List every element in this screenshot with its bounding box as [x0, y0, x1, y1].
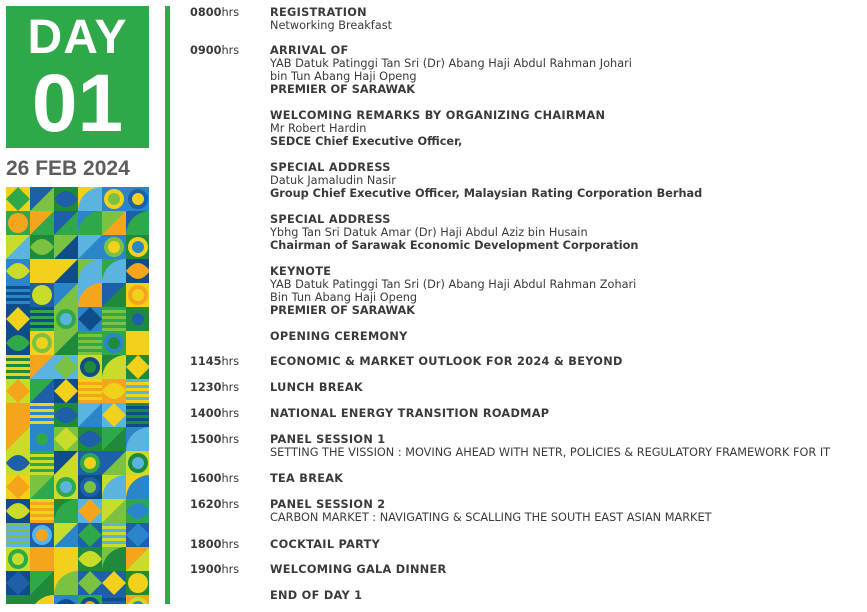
schedule-time: 1620hrs: [190, 498, 240, 511]
schedule-heading: LUNCH BREAK: [270, 381, 363, 394]
schedule-detail: Bin Tun Abang Haji Openg: [270, 291, 418, 304]
schedule-heading: TEA BREAK: [270, 472, 344, 485]
schedule-role: Group Chief Executive Officer, Malaysian…: [270, 187, 703, 200]
schedule-detail: YAB Datuk Patinggi Tan Sri (Dr) Abang Ha…: [270, 57, 632, 70]
schedule-detail: SETTING THE VISSION : MOVING AHEAD WITH …: [270, 446, 831, 459]
schedule-heading: PANEL SESSION 2: [270, 498, 386, 511]
schedule-time: 1400hrs: [190, 407, 240, 420]
schedule-detail: YAB Datuk Patinggi Tan Sri (Dr) Abang Ha…: [270, 278, 637, 291]
schedule-detail: Mr Robert Hardin: [270, 122, 367, 135]
schedule-time: 0900hrs: [190, 44, 240, 57]
schedule-heading: PANEL SESSION 1: [270, 433, 386, 446]
schedule-heading: WELCOMING GALA DINNER: [270, 563, 447, 576]
schedule-time: 1800hrs: [190, 538, 240, 551]
schedule-role: PREMIER OF SARAWAK: [270, 83, 416, 96]
schedule-time: 0800hrs: [190, 6, 240, 19]
schedule-time: 1230hrs: [190, 381, 240, 394]
schedule-detail: Networking Breakfast: [270, 19, 393, 32]
day-number: 01: [31, 58, 124, 149]
schedule-time: 1500hrs: [190, 433, 240, 446]
schedule-role: Chairman of Sarawak Economic Development…: [270, 239, 639, 252]
schedule-heading: ECONOMIC & MARKET OUTLOOK FOR 2024 & BEY…: [270, 355, 623, 368]
schedule-heading: NATIONAL ENERGY TRANSITION ROADMAP: [270, 407, 550, 420]
schedule-time: 1900hrs: [190, 563, 240, 576]
schedule-heading: KEYNOTE: [270, 265, 332, 278]
schedule-detail: Datuk Jamaludin Nasir: [270, 174, 396, 187]
schedule-detail: Ybhg Tan Sri Datuk Amar (Dr) Haji Abdul …: [270, 226, 588, 239]
schedule-heading: COCKTAIL PARTY: [270, 538, 381, 551]
schedule-detail: bin Tun Abang Haji Openg: [270, 70, 417, 83]
vertical-divider: [165, 6, 170, 604]
schedule-role: PREMIER OF SARAWAK: [270, 304, 416, 317]
schedule-time: 1600hrs: [190, 472, 240, 485]
schedule-heading: OPENING CEREMONY: [270, 330, 408, 343]
decorative-pattern: [6, 187, 149, 604]
day-badge: DAY 01: [6, 6, 149, 148]
schedule-role: SEDCE Chief Executive Officer,: [270, 135, 463, 148]
schedule-heading: END OF DAY 1: [270, 589, 363, 602]
schedule-time: 1145hrs: [190, 355, 240, 368]
schedule-heading: ARRIVAL OF: [270, 44, 349, 57]
schedule-heading: SPECIAL ADDRESS: [270, 213, 391, 226]
event-date: 26 FEB 2024: [6, 157, 130, 180]
schedule-detail: CARBON MARKET : NAVIGATING & SCALLING TH…: [270, 511, 712, 524]
schedule-heading: REGISTRATION: [270, 6, 367, 19]
schedule-heading: SPECIAL ADDRESS: [270, 161, 391, 174]
schedule-heading: WELCOMING REMARKS BY ORGANIZING CHAIRMAN: [270, 109, 606, 122]
